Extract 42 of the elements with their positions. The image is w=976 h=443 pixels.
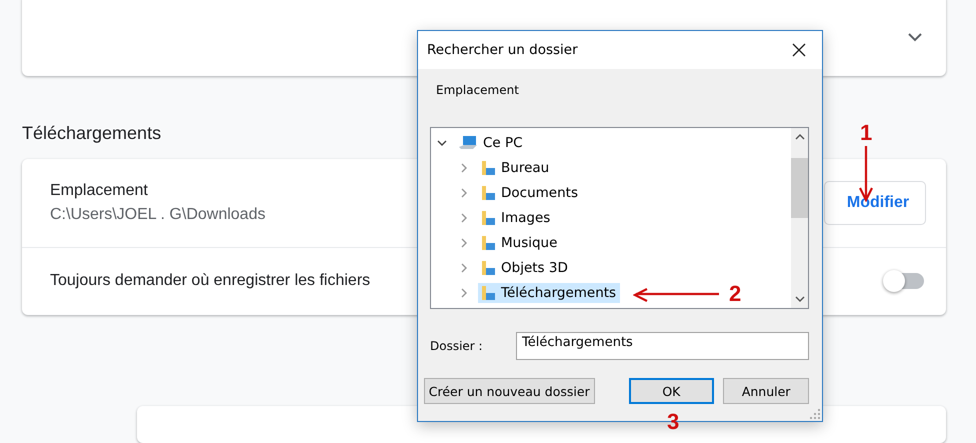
dialog-title: Rechercher un dossier <box>427 42 578 58</box>
folder-icon <box>480 160 496 176</box>
dialog-button[interactable]: OK <box>628 378 714 404</box>
tree-item[interactable]: Téléchargements <box>478 282 620 302</box>
tree-item[interactable]: Ce PC <box>456 132 527 152</box>
dialog-button[interactable]: Créer un nouveau dossier <box>424 378 594 404</box>
folder-icon <box>480 284 496 300</box>
annotation-number: 1 <box>860 120 872 146</box>
folder-icon <box>480 184 496 200</box>
tree-item[interactable]: Musique <box>478 232 562 252</box>
chevron-right-icon[interactable] <box>459 262 469 272</box>
setting-label: Emplacement <box>50 182 149 200</box>
scroll-down-icon[interactable] <box>794 296 804 303</box>
setting-path: C:\Users\JOEL . G\Downloads <box>50 206 266 224</box>
tree-item[interactable]: Bureau <box>478 158 554 178</box>
chevron-down-icon[interactable] <box>908 33 922 42</box>
modify-button[interactable]: Modifier <box>824 180 926 225</box>
toggle-switch[interactable] <box>886 273 924 290</box>
tree-item[interactable]: Documents <box>478 182 582 202</box>
tree-item[interactable]: Objets 3D <box>478 258 572 278</box>
folder-icon <box>480 210 496 226</box>
scroll-up-icon[interactable] <box>794 133 804 140</box>
annotation-number: 2 <box>729 281 742 307</box>
folder-field[interactable]: Téléchargements <box>516 332 809 360</box>
chevron-right-icon[interactable] <box>459 188 469 198</box>
chevron-down-icon[interactable] <box>437 138 447 148</box>
chevron-right-icon[interactable] <box>459 288 469 298</box>
close-icon[interactable] <box>792 43 806 57</box>
chevron-right-icon[interactable] <box>459 238 469 248</box>
resize-grip-icon <box>810 409 820 419</box>
computer-icon <box>458 134 478 150</box>
dialog-description: Emplacement <box>436 83 520 97</box>
folder-icon <box>480 260 496 276</box>
chevron-right-icon[interactable] <box>459 162 469 172</box>
scrollbar[interactable] <box>791 128 808 308</box>
tree-item[interactable]: Images <box>478 208 554 228</box>
setting-label: Toujours demander où enregistrer les fichiers <box>50 272 370 290</box>
chevron-right-icon[interactable] <box>459 212 469 222</box>
section-title: Téléchargements <box>22 122 162 144</box>
folder-icon <box>480 234 496 250</box>
dialog-button[interactable]: Annuler <box>723 378 809 404</box>
folder-label: Dossier : <box>430 339 484 353</box>
